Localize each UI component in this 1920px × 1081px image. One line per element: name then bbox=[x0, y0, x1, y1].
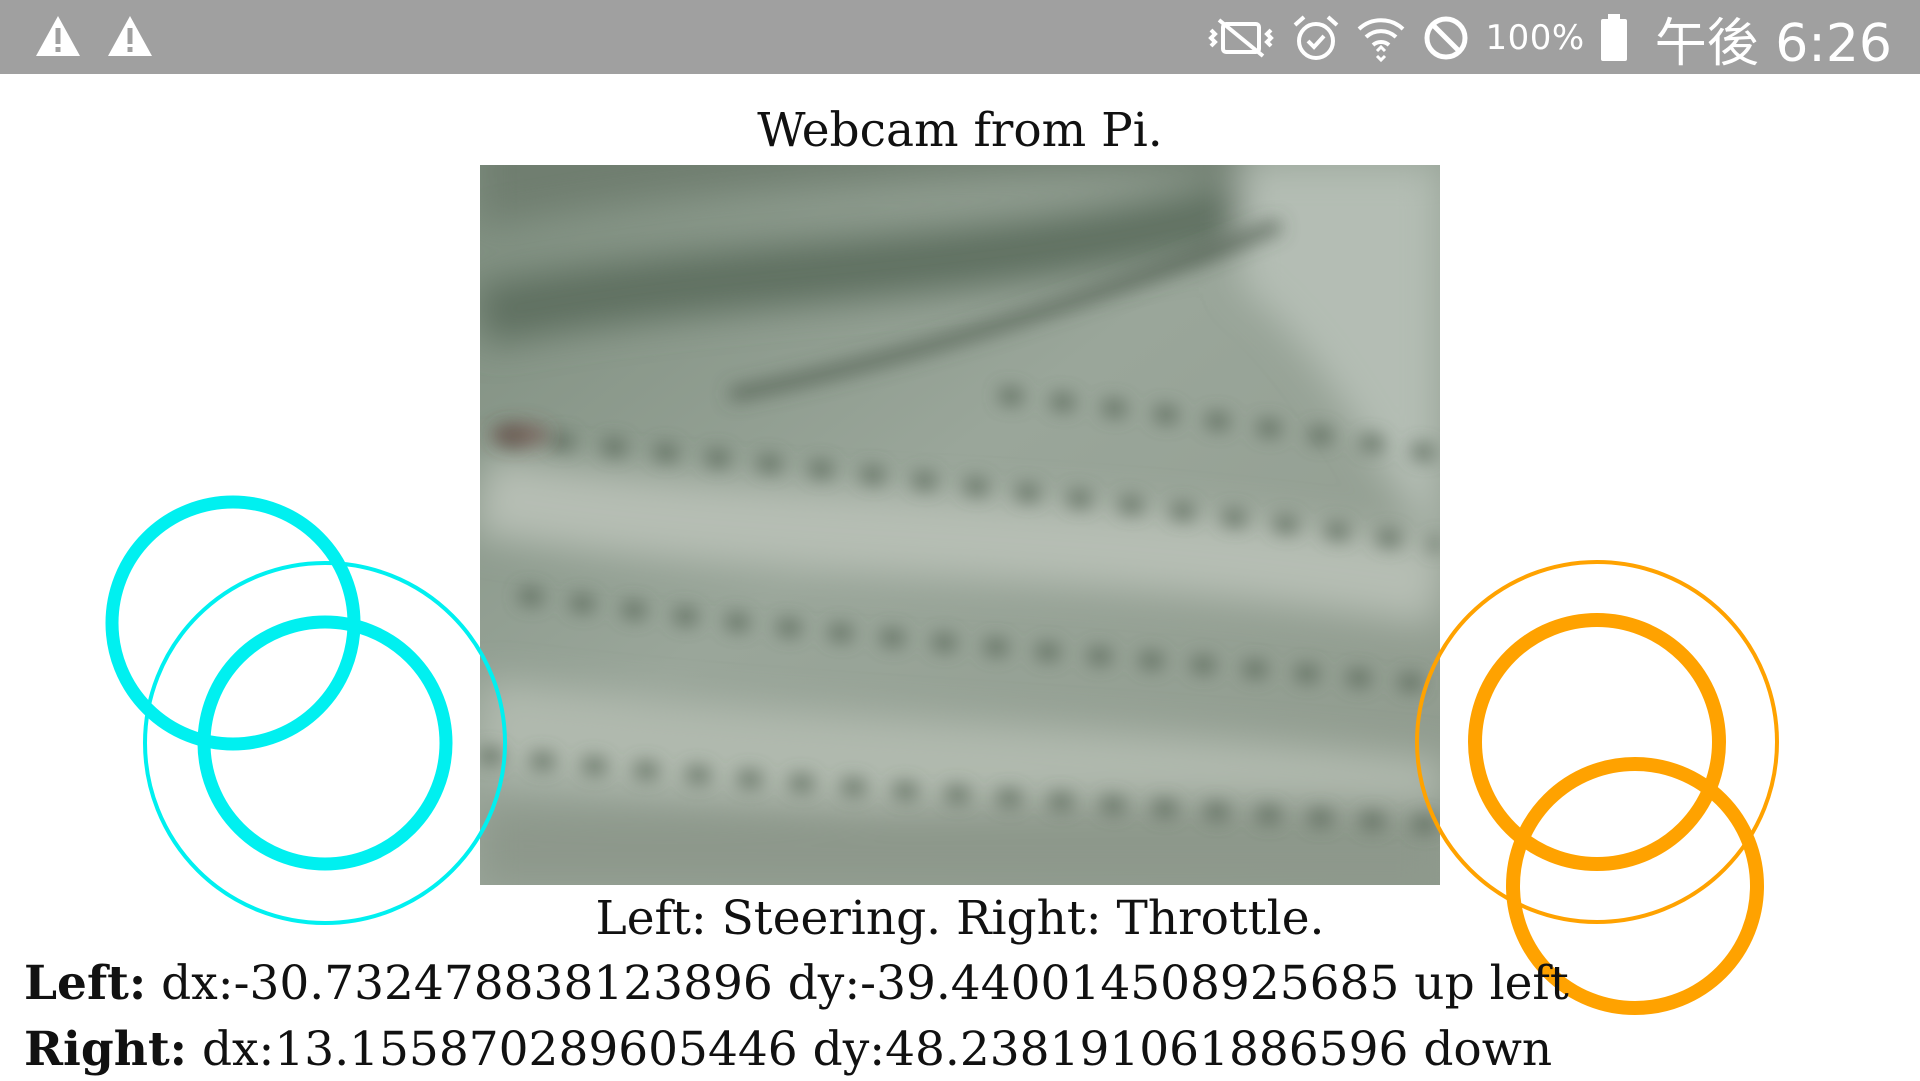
do-not-disturb-icon bbox=[1421, 13, 1471, 63]
left-joystick-readout: Left: dx:-30.732478838123896 dy:-39.4400… bbox=[24, 953, 1569, 1015]
status-bar: 100% 午後 6:26 bbox=[0, 0, 1920, 74]
page-title: Webcam from Pi. bbox=[757, 103, 1163, 158]
alarm-icon bbox=[1291, 13, 1341, 63]
throttle-joystick-center bbox=[1468, 613, 1726, 871]
right-readout-label: Right: bbox=[24, 1022, 188, 1077]
battery-percent: 100% bbox=[1485, 18, 1585, 58]
status-bar-clock: 午後 6:26 bbox=[1654, 13, 1892, 74]
battery-icon bbox=[1599, 13, 1629, 63]
left-readout-value: dx:-30.732478838123896 dy:-39.4400145089… bbox=[146, 956, 1569, 1011]
right-readout-value: dx:13.155870289605446 dy:48.238191061886… bbox=[187, 1022, 1553, 1077]
warning-icon bbox=[34, 14, 82, 58]
left-readout-label: Left: bbox=[24, 956, 147, 1011]
steering-joystick[interactable] bbox=[100, 490, 510, 930]
controls-caption: Left: Steering. Right: Throttle. bbox=[595, 891, 1325, 946]
warning-icon bbox=[106, 14, 154, 58]
status-bar-right: 100% 午後 6:26 bbox=[1205, 8, 1892, 74]
webcam-feed bbox=[480, 165, 1440, 885]
right-joystick-readout: Right: dx:13.155870289605446 dy:48.23819… bbox=[24, 1019, 1552, 1081]
wifi-icon bbox=[1355, 13, 1407, 63]
status-bar-left bbox=[34, 14, 154, 58]
vibrate-mute-icon bbox=[1205, 16, 1277, 60]
